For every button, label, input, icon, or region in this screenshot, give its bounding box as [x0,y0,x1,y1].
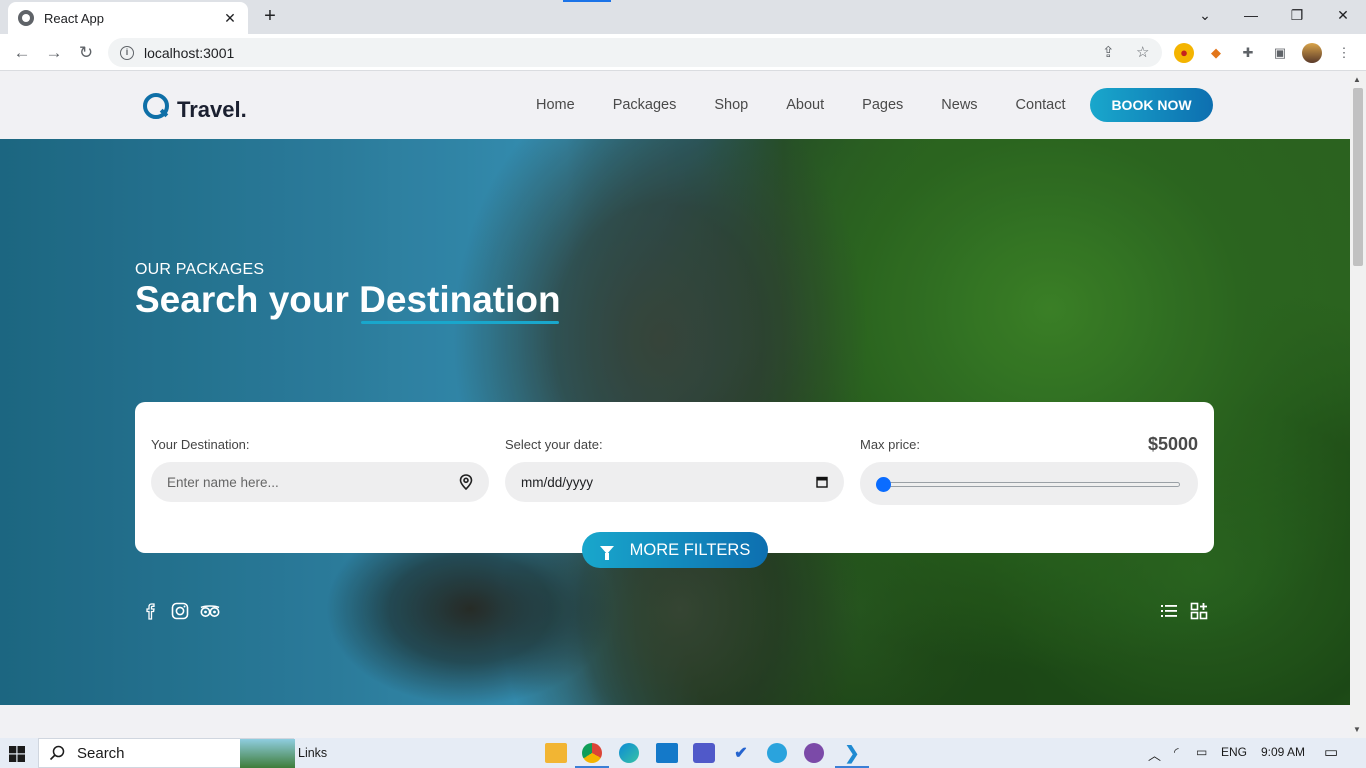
price-label: Max price: [860,437,920,452]
todo-icon[interactable]: ✔ [730,743,752,763]
slider-thumb[interactable] [876,477,891,492]
price-value: $5000 [1148,434,1199,454]
date-input[interactable]: mm/dd/yyyy [505,462,844,502]
chrome-icon[interactable] [582,743,602,763]
tab-indicator [563,0,611,2]
profile-avatar[interactable] [1302,43,1322,63]
instagram-icon[interactable] [170,601,190,621]
metamask-icon[interactable]: ◆ [1206,43,1226,63]
destination-input[interactable]: Enter name here... [151,462,489,502]
nav-news[interactable]: News [941,97,977,113]
tripadvisor-icon[interactable] [199,601,221,621]
vscode-icon[interactable]: ❯ [841,743,863,763]
network-icon[interactable]: ◜ [1174,745,1179,759]
close-window-icon[interactable]: ✕ [1320,0,1366,30]
page-scrollbar[interactable]: ▲ ▼ [1350,71,1366,738]
hero-title-highlight: Destination [359,279,561,324]
hero-title-text: Search your [135,279,360,320]
github-desktop-icon[interactable] [804,743,824,763]
search-highlight-image [240,739,295,768]
hero-subtitle: OUR PACKAGES [135,261,265,278]
tab-title: React App [44,10,104,26]
file-explorer-icon[interactable] [545,743,567,763]
date-label: Select your date: [505,437,603,452]
nav-packages[interactable]: Packages [613,97,677,113]
minimize-icon[interactable]: — [1228,0,1274,30]
book-now-button[interactable]: BOOK NOW [1090,88,1213,122]
search-card: Your Destination: Enter name here... Sel… [135,402,1214,553]
notifications-icon[interactable]: ▭ [1324,743,1338,761]
windows-start-icon[interactable] [9,746,25,762]
tab-favicon-icon [18,10,34,26]
new-tab-button[interactable]: + [258,5,282,29]
site-logo[interactable]: Travel. [143,89,247,123]
nav-about[interactable]: About [786,97,824,113]
address-bar[interactable]: i localhost:3001 ⇪ ☆ [108,38,1162,67]
battery-icon[interactable]: ▭ [1196,745,1207,759]
bookmark-star-icon[interactable]: ☆ [1136,43,1149,61]
hero-title: Search your Destination [135,279,561,324]
browser-tab-bar: React App ✕ + ⌄ — ❐ ✕ [0,0,1366,34]
browser-tab[interactable]: React App ✕ [8,2,248,34]
date-value: mm/dd/yyyy [521,474,594,490]
web-page: Travel. Home Packages Shop About Pages N… [0,71,1350,705]
url-text: localhost:3001 [144,44,235,61]
slider-track[interactable] [882,482,1180,487]
nav-contact[interactable]: Contact [1016,97,1066,113]
nav-pages[interactable]: Pages [862,97,903,113]
side-panel-icon[interactable]: ▣ [1270,43,1290,63]
forward-icon[interactable]: → [41,40,67,66]
filter-funnel-icon [599,546,614,560]
location-pin-icon [459,474,473,490]
tab-search-icon[interactable]: ⌄ [1182,0,1228,30]
taskbar-search-box[interactable]: Search [38,738,295,768]
scroll-down-icon[interactable]: ▼ [1353,725,1361,734]
list-view-icon[interactable] [1159,601,1179,621]
edge-icon[interactable] [619,743,639,763]
nav-home[interactable]: Home [536,97,575,113]
extensions-puzzle-icon[interactable]: ✚ [1238,43,1258,63]
close-tab-icon[interactable]: ✕ [222,10,238,27]
clock[interactable]: 9:09 AM [1261,745,1305,759]
more-filters-button[interactable]: MORE FILTERS [582,532,768,568]
mail-icon[interactable] [656,743,678,763]
logo-icon [143,93,169,119]
scrollbar-thumb[interactable] [1353,88,1363,266]
facebook-icon[interactable] [141,601,161,621]
reload-icon[interactable]: ↻ [73,40,99,66]
back-icon[interactable]: ← [9,40,35,66]
tray-overflow-icon[interactable]: ︿ [1148,745,1161,764]
browser-toolbar: ← → ↻ i localhost:3001 ⇪ ☆ ● ◆ ✚ ▣ ⋮ [0,34,1366,71]
nav-shop[interactable]: Shop [714,97,748,113]
more-filters-label: MORE FILTERS [629,540,751,559]
destination-placeholder: Enter name here... [167,474,279,490]
site-info-icon[interactable]: i [120,45,134,60]
teams-icon[interactable] [693,743,715,763]
price-slider[interactable] [860,462,1198,505]
calendar-icon[interactable] [816,476,828,488]
grid-view-icon[interactable] [1189,601,1209,621]
site-header: Travel. Home Packages Shop About Pages N… [0,71,1350,139]
logo-text: Travel. [177,97,247,122]
main-nav: Home Packages Shop About Pages News Cont… [536,97,1104,113]
extension-icon[interactable]: ● [1174,43,1194,63]
telegram-icon[interactable] [767,743,787,763]
taskbar-search-label: Search [77,744,125,762]
language-indicator[interactable]: ENG [1221,745,1247,759]
windows-taskbar: Search Links ✔ ❯ ︿ ◜ ▭ ENG 9:09 AM ▭ [0,738,1366,768]
taskbar-links-label[interactable]: Links [298,746,327,760]
share-icon[interactable]: ⇪ [1102,43,1115,61]
restore-icon[interactable]: ❐ [1274,0,1320,30]
scroll-up-icon[interactable]: ▲ [1353,75,1361,84]
hero-section: OUR PACKAGES Search your Destination You… [0,139,1350,705]
search-icon [49,745,65,761]
destination-label: Your Destination: [151,437,250,452]
browser-menu-icon[interactable]: ⋮ [1334,43,1354,63]
